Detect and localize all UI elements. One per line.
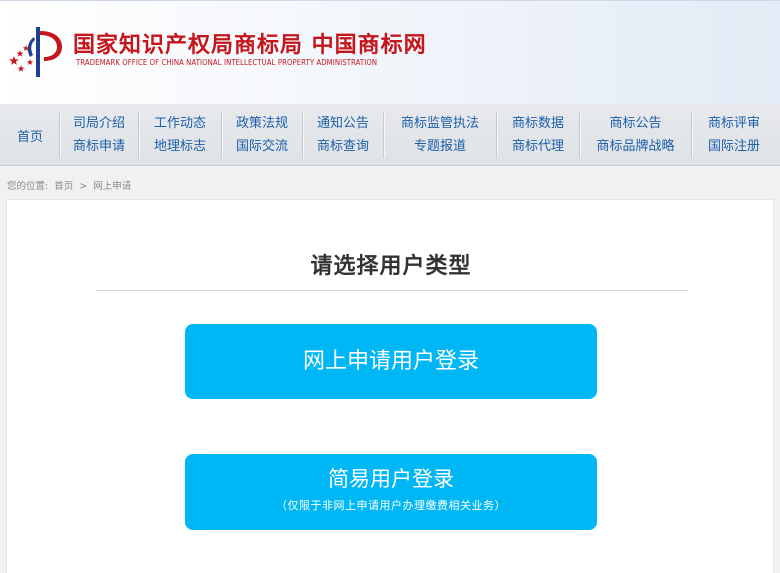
breadcrumb-home-link[interactable]: 首页 xyxy=(54,181,73,192)
nav-group-7: 商标公告 商标品牌战略 xyxy=(580,104,691,166)
trademark-office-logo-icon[interactable] xyxy=(6,23,68,79)
nav-link-notices[interactable]: 通知公告 xyxy=(317,112,369,135)
site-title-cn[interactable]: 国家知识产权局商标局 中国商标网 xyxy=(73,27,427,59)
nav-link-bureau-intro[interactable]: 司局介绍 xyxy=(73,112,125,135)
simple-login-note: （仅限于非网上申请用户办理缴费相关业务） xyxy=(276,499,506,512)
nav-link-trademark-review[interactable]: 商标评审 xyxy=(708,112,760,135)
site-title-en: TRADEMARK OFFICE OF CHINA NATIONAL INTEL… xyxy=(76,58,378,67)
nav-home-link[interactable]: 首页 xyxy=(0,104,60,166)
breadcrumb-prefix: 您的位置: xyxy=(7,181,49,192)
breadcrumb-current: 网上申请 xyxy=(93,181,132,192)
nav-link-special-reports[interactable]: 专题报道 xyxy=(414,135,466,158)
online-login-label: 网上申请用户登录 xyxy=(302,349,479,374)
nav-group-8: 商标评审 国际注册 xyxy=(692,104,776,166)
nav-link-enforcement[interactable]: 商标监管执法 xyxy=(401,112,479,135)
main-nav: 首页 司局介绍 商标申请 工作动态 地理标志 政策法规 国际交流 通知公告 商标… xyxy=(0,104,780,166)
nav-group-4: 通知公告 商标查询 xyxy=(303,104,383,166)
simple-login-label: 简易用户登录 xyxy=(328,467,454,491)
nav-link-brand-strategy[interactable]: 商标品牌战略 xyxy=(596,135,674,158)
nav-link-trademark-data[interactable]: 商标数据 xyxy=(512,112,564,135)
nav-link-international-exchange[interactable]: 国际交流 xyxy=(236,135,288,158)
page-title: 请选择用户类型 xyxy=(310,254,472,279)
nav-link-trademark-agency[interactable]: 商标代理 xyxy=(512,135,564,158)
nav-link-policies-regulations[interactable]: 政策法规 xyxy=(236,112,288,135)
nav-group-1: 司局介绍 商标申请 xyxy=(60,104,138,166)
simple-user-login-button[interactable]: 简易用户登录 （仅限于非网上申请用户办理缴费相关业务） xyxy=(185,454,597,530)
nav-link-trademark-gazette[interactable]: 商标公告 xyxy=(609,112,661,135)
nav-group-3: 政策法规 国际交流 xyxy=(222,104,302,166)
nav-link-work-news[interactable]: 工作动态 xyxy=(154,112,206,135)
breadcrumb-separator: > xyxy=(79,181,88,192)
title-divider xyxy=(96,290,688,291)
nav-link-trademark-search[interactable]: 商标查询 xyxy=(317,135,369,158)
main-panel: 请选择用户类型 网上申请用户登录 简易用户登录 （仅限于非网上申请用户办理缴费相… xyxy=(6,199,774,573)
breadcrumb: 您的位置: 首页 > 网上申请 xyxy=(7,178,134,192)
nav-group-6: 商标数据 商标代理 xyxy=(497,104,579,166)
nav-link-international-registration[interactable]: 国际注册 xyxy=(708,135,760,158)
nav-group-5: 商标监管执法 专题报道 xyxy=(384,104,496,166)
site-header: 国家知识产权局商标局 中国商标网 TRADEMARK OFFICE OF CHI… xyxy=(0,0,780,104)
nav-link-geographical-indication[interactable]: 地理标志 xyxy=(154,135,206,158)
online-application-login-button[interactable]: 网上申请用户登录 xyxy=(185,324,597,399)
nav-group-2: 工作动态 地理标志 xyxy=(139,104,221,166)
nav-link-trademark-application[interactable]: 商标申请 xyxy=(73,135,125,158)
